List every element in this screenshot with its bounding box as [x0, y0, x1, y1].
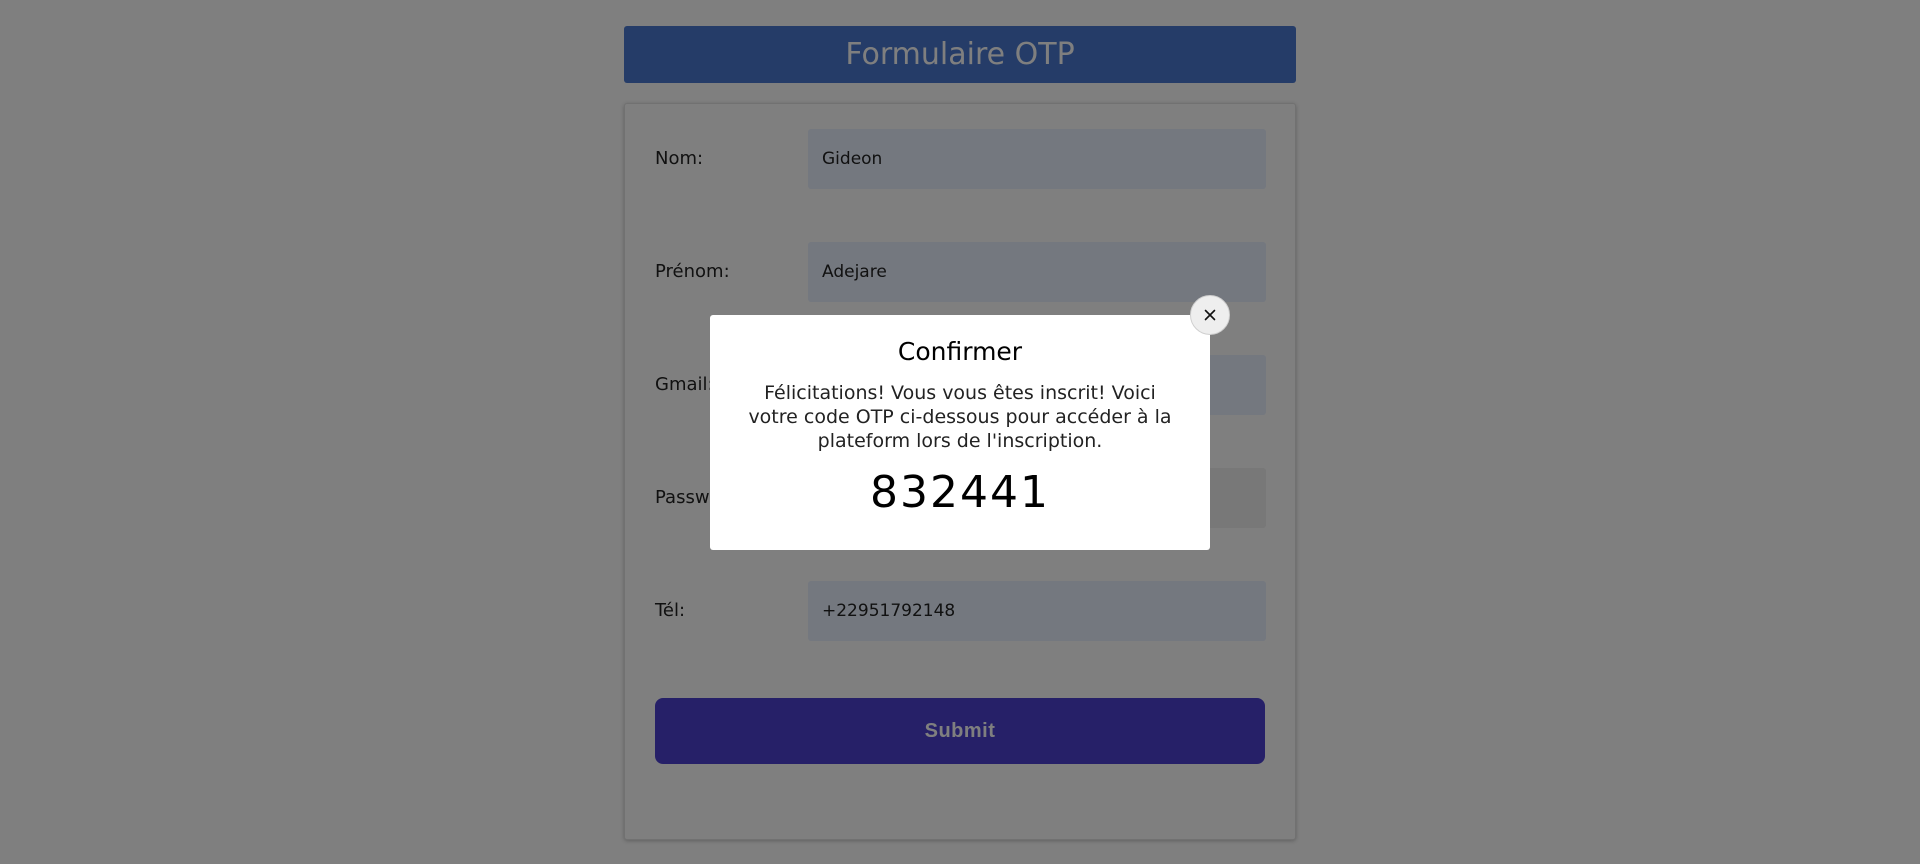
- otp-code: 832441: [870, 467, 1050, 518]
- close-button[interactable]: [1190, 295, 1230, 335]
- close-icon: [1204, 309, 1216, 321]
- modal-message: Félicitations! Vous vous êtes inscrit! V…: [748, 382, 1172, 452]
- modal-title: Confirmer: [897, 337, 1023, 366]
- confirm-modal: Confirmer Félicitations! Vous vous êtes …: [710, 315, 1210, 550]
- otp-form-page: Formulaire OTP Nom: Prénom: Gmail: Passw…: [0, 0, 1920, 864]
